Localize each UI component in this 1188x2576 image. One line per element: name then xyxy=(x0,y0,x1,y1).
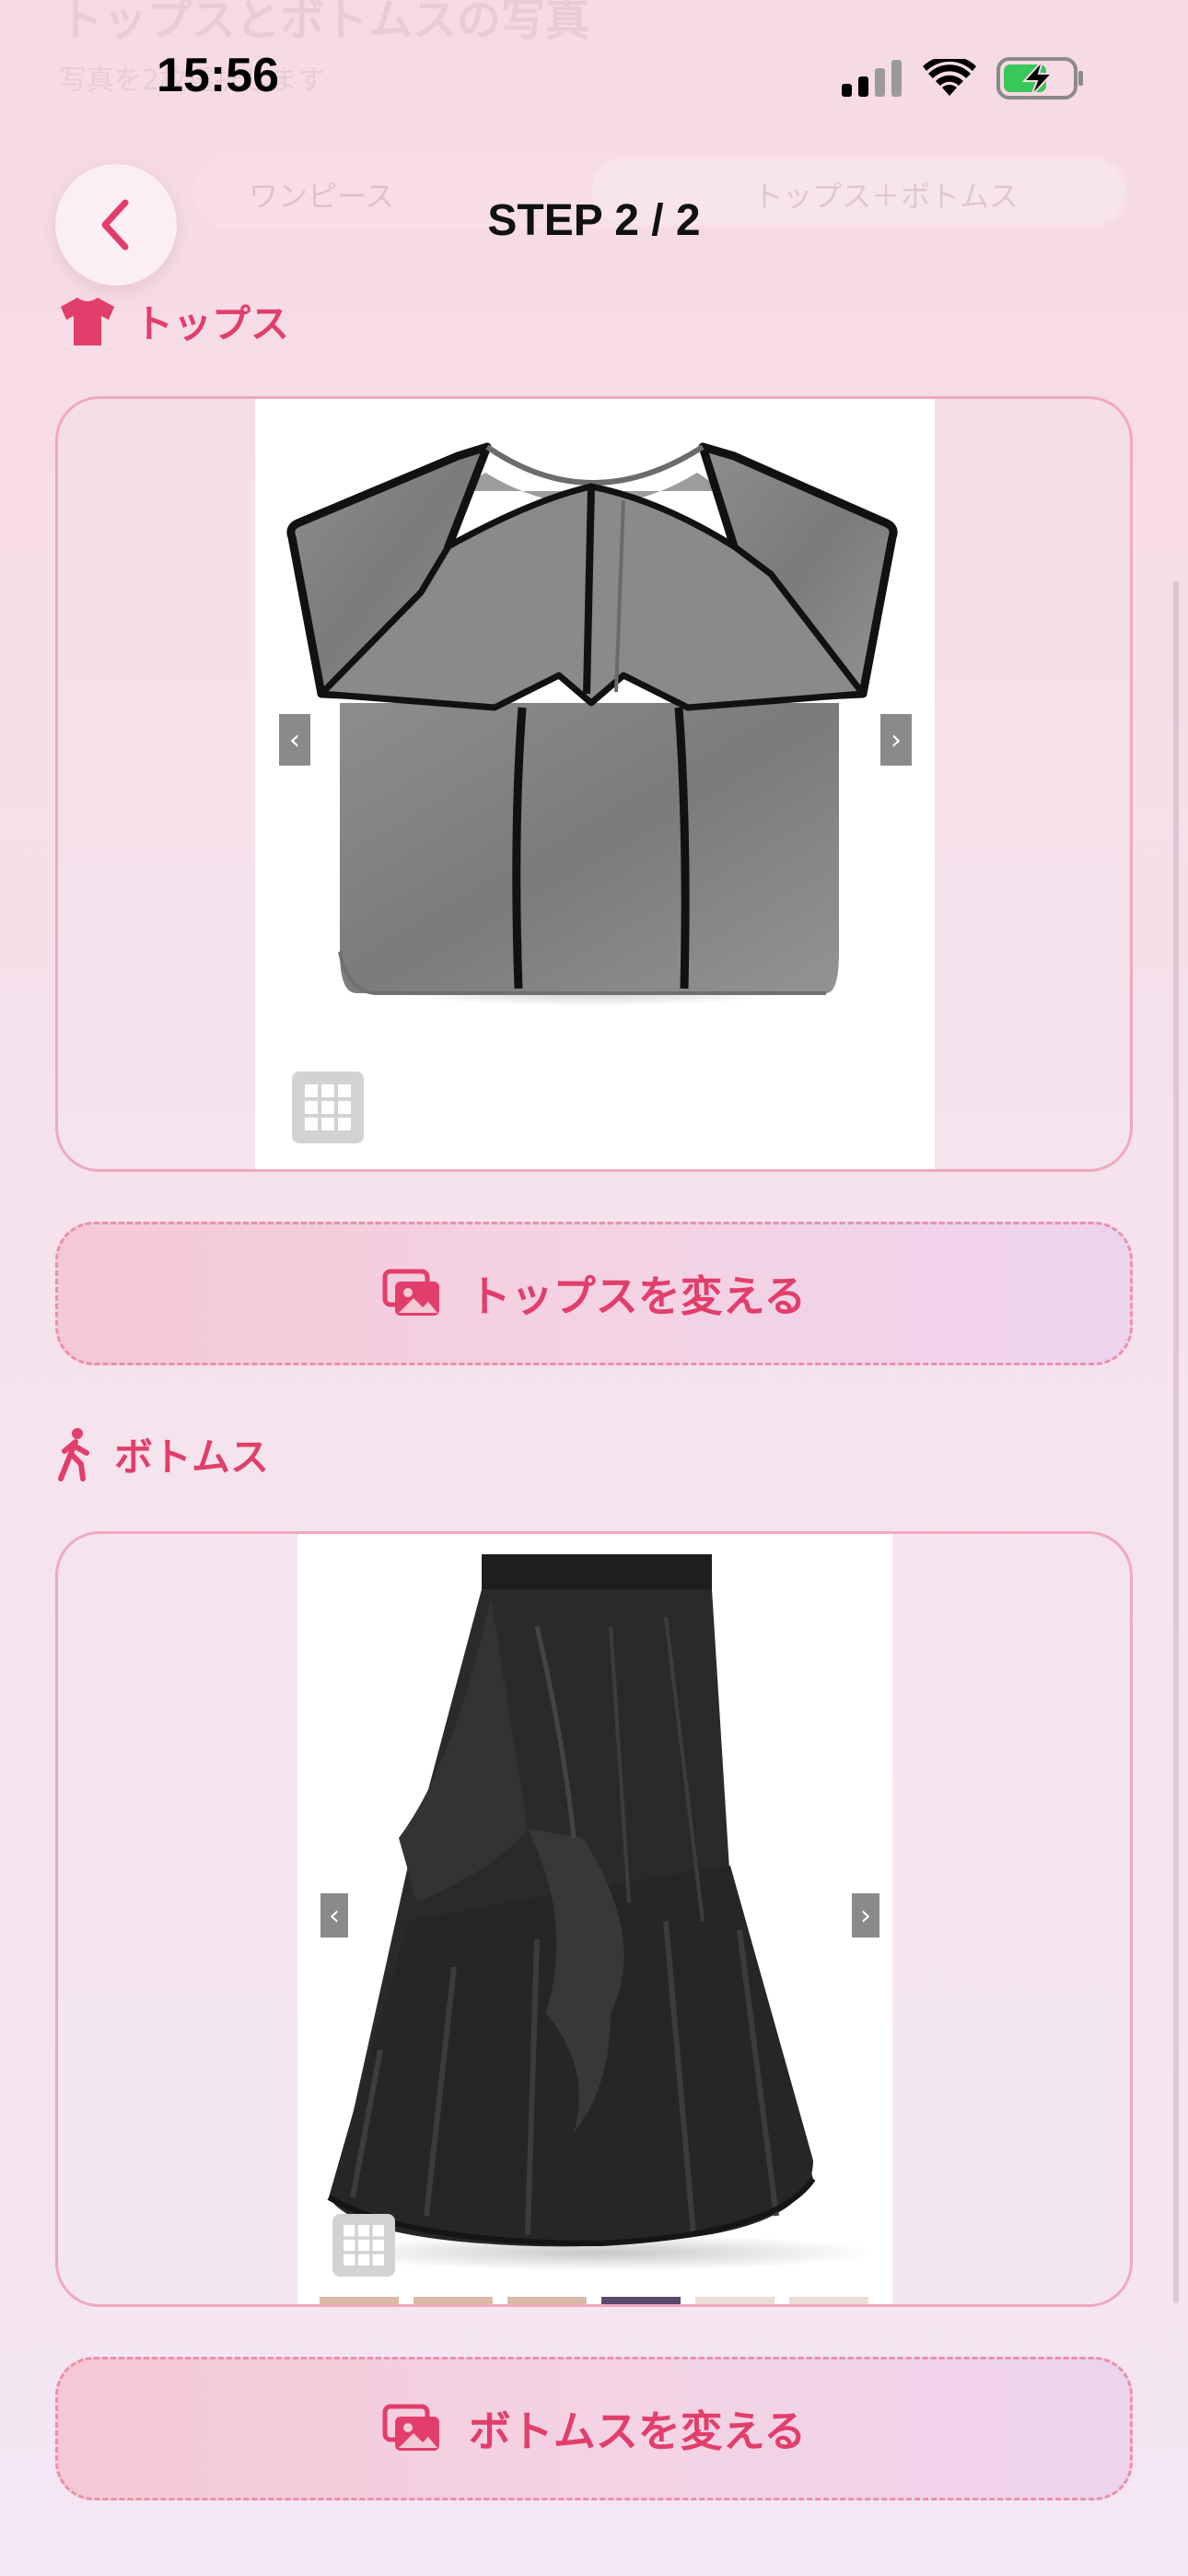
step-indicator: STEP 2 / 2 xyxy=(487,196,701,245)
change-tops-label: トップスを変える xyxy=(468,1271,807,1321)
tops-garment-image xyxy=(286,442,898,1006)
bottoms-thumbnail-strip[interactable] xyxy=(320,2297,868,2304)
thumbnail[interactable] xyxy=(320,2297,399,2304)
bottoms-photo[interactable] xyxy=(297,1534,892,2304)
grid-icon xyxy=(305,1084,351,1130)
grid-icon xyxy=(344,2225,384,2266)
thumbnail[interactable] xyxy=(695,2297,775,2304)
bottoms-next-arrow[interactable]: › xyxy=(852,1893,879,1938)
tops-label: トップス xyxy=(134,301,290,346)
battery-charging-icon xyxy=(996,57,1083,100)
status-icons xyxy=(842,57,1085,100)
photos-icon xyxy=(382,1269,439,1316)
bottoms-grid-button[interactable] xyxy=(332,2214,395,2277)
tops-photo[interactable] xyxy=(255,399,935,1169)
cellular-signal-icon xyxy=(842,60,902,97)
scrollbar[interactable] xyxy=(1173,580,1179,2303)
tops-section-label: トップス xyxy=(59,293,289,349)
bottoms-prev-arrow[interactable]: ‹ xyxy=(320,1893,348,1938)
bottoms-label: ボトムス xyxy=(114,1434,270,1480)
change-tops-button[interactable]: トップスを変える xyxy=(55,1222,1133,1365)
bottoms-garment-image xyxy=(325,1554,878,2271)
thumbnail[interactable] xyxy=(601,2297,681,2304)
bottoms-image-card[interactable]: ‹ › xyxy=(55,1531,1133,2307)
background-page-title: トップスとボトムスの写真 xyxy=(59,0,590,46)
tops-image-card[interactable]: ‹ › xyxy=(55,396,1133,1172)
wifi-icon xyxy=(923,59,976,96)
photos-icon xyxy=(382,2404,439,2451)
change-bottoms-label: ボトムスを変える xyxy=(468,2406,807,2456)
tops-prev-arrow[interactable]: ‹ xyxy=(279,714,310,766)
tops-grid-button[interactable] xyxy=(292,1071,364,1143)
bottoms-section-label: ボトムス xyxy=(55,1426,269,1482)
tshirt-icon xyxy=(61,297,114,345)
status-time: 15:56 xyxy=(157,49,279,102)
thumbnail[interactable] xyxy=(413,2297,493,2304)
change-bottoms-button[interactable]: ボトムスを変える xyxy=(55,2357,1133,2500)
walking-person-icon xyxy=(58,1427,89,1481)
thumbnail[interactable] xyxy=(507,2297,587,2304)
tops-next-arrow[interactable]: › xyxy=(880,714,912,766)
thumbnail[interactable] xyxy=(789,2297,868,2304)
